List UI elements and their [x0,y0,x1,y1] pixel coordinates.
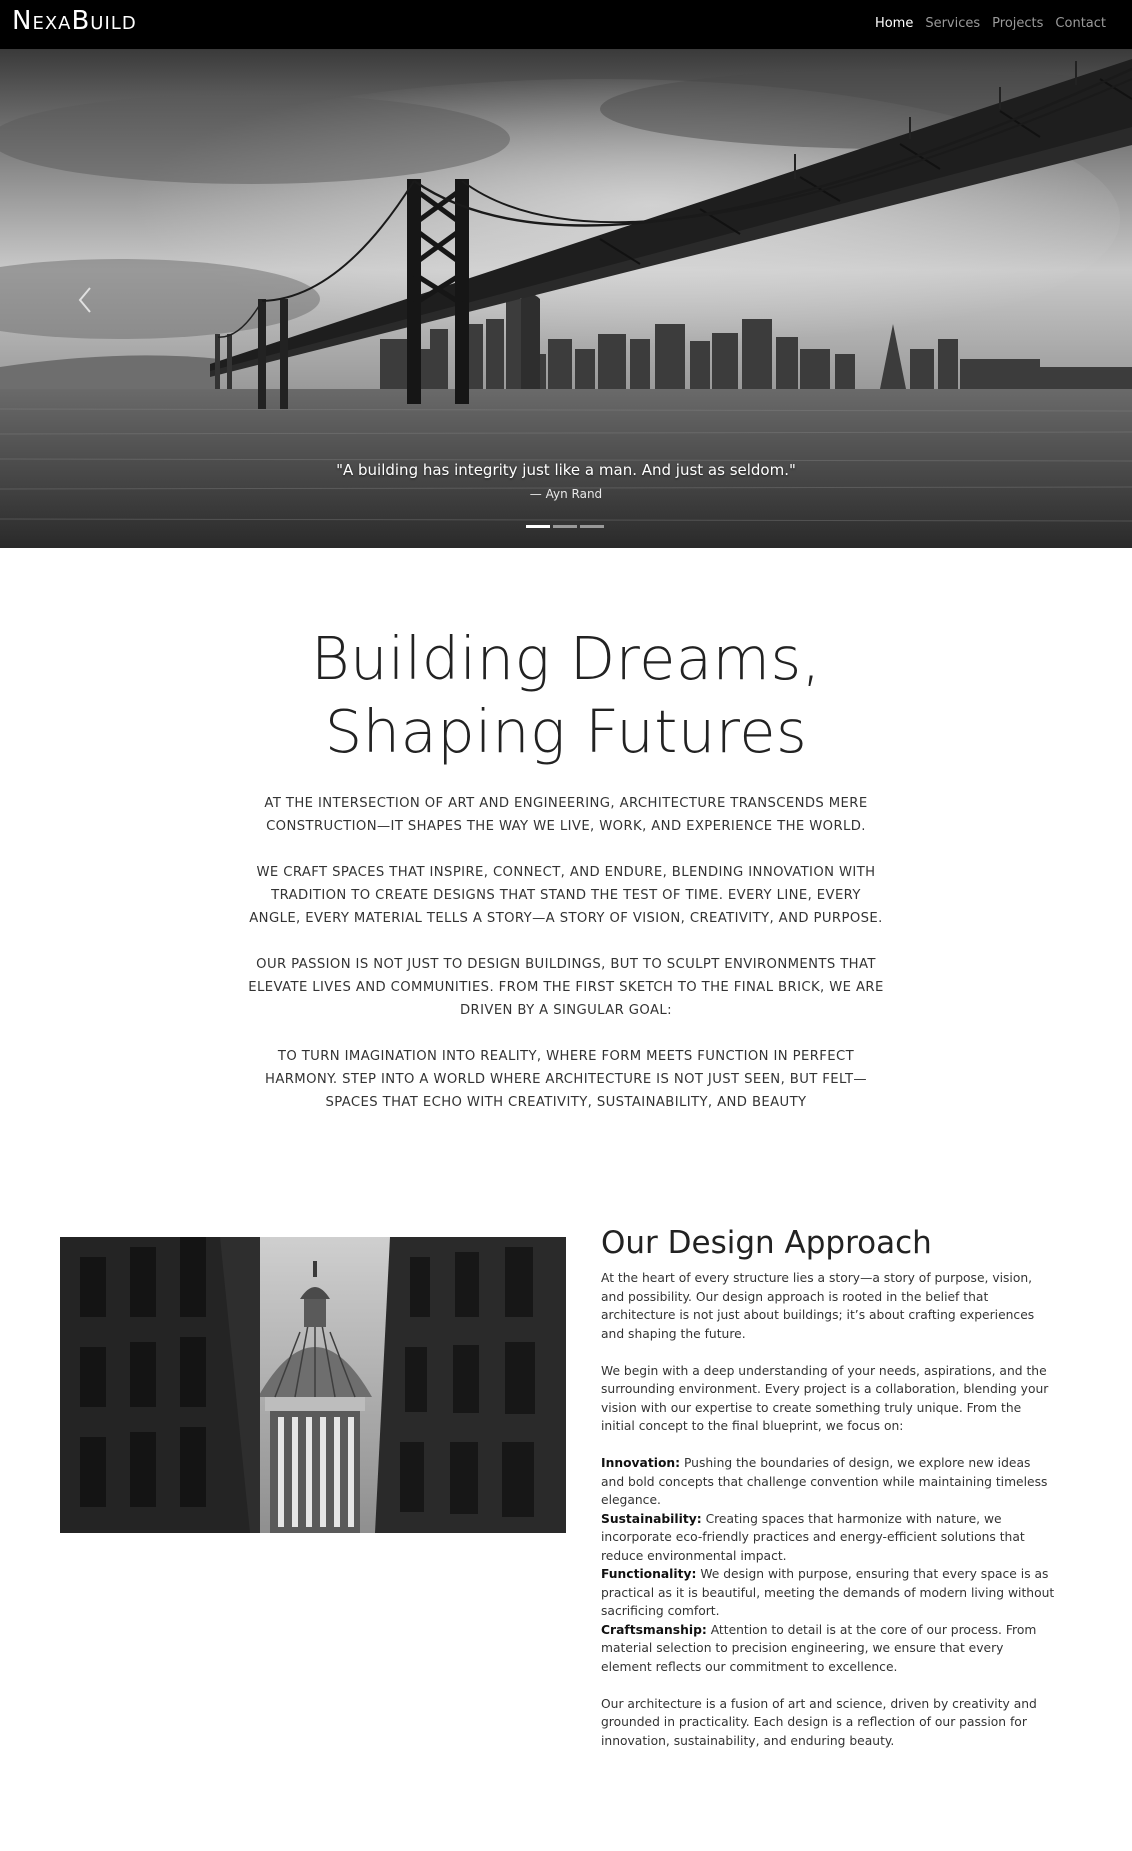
navbar: NexaBuild Home Services Projects Contact [0,0,1132,49]
cathedral-alley-photo [60,1237,566,1533]
carousel-indicator-3[interactable] [580,525,604,528]
focus-item-sustainability: Sustainability: Creating spaces that har… [601,1510,1056,1566]
nav-links: Home Services Projects Contact [875,16,1106,31]
approach-paragraph: Our architecture is a fusion of art and … [601,1696,1037,1748]
nav-link-contact[interactable]: Contact [1055,16,1106,31]
nav-link-home[interactable]: Home [875,16,913,31]
intro-paragraph: To turn imagination into reality, where … [265,1049,867,1110]
carousel-indicators [526,525,604,528]
focus-item-craftsmanship: Craftsmanship: Attention to detail is at… [601,1621,1056,1677]
carousel-indicator-1[interactable] [526,525,550,528]
design-approach-body: At the heart of every structure lies a s… [601,1269,1056,1750]
design-approach-section: Our Design Approach At the heart of ever… [601,1225,1056,1769]
focus-item-functionality: Functionality: We design with purpose, e… [601,1565,1056,1621]
focus-item-innovation: Innovation: Pushing the boundaries of de… [601,1454,1056,1510]
nav-link-services[interactable]: Services [925,16,980,31]
intro-title-line-2: Shaping Futures [324,697,808,766]
focus-term: Craftsmanship: [601,1622,707,1637]
brand-logo[interactable]: NexaBuild [12,6,137,36]
section-heading: Our Design Approach [601,1225,932,1261]
intro-text: At the intersection of art and engineeri… [246,792,886,1137]
intro-paragraph: Our passion is not just to design buildi… [248,957,884,1018]
focus-term: Functionality: [601,1567,697,1581]
approach-paragraph: At the heart of every structure lies a s… [601,1271,1035,1341]
nav-link-projects[interactable]: Projects [992,16,1043,31]
intro-title-line-1: Building Dreams, [310,624,822,693]
focus-list: Innovation: Pushing the boundaries of de… [601,1454,1056,1676]
hero-quote-author: — Ayn Rand [529,487,603,501]
hero-carousel: "A building has integrity just like a ma… [0,49,1132,548]
focus-term: Innovation: [601,1456,681,1470]
focus-term: Sustainability: [601,1511,702,1526]
approach-paragraph: We begin with a deep understanding of yo… [601,1363,1049,1434]
hero-caption: "A building has integrity just like a ma… [0,461,1132,501]
chevron-left-icon[interactable] [76,285,94,315]
hero-quote: "A building has integrity just like a ma… [336,461,796,479]
intro-title: Building Dreams, Shaping Futures [0,622,1132,768]
carousel-indicator-2[interactable] [553,525,577,528]
intro-paragraph: We craft spaces that inspire, connect, a… [249,865,883,926]
intro-paragraph: At the intersection of art and engineeri… [264,796,868,834]
